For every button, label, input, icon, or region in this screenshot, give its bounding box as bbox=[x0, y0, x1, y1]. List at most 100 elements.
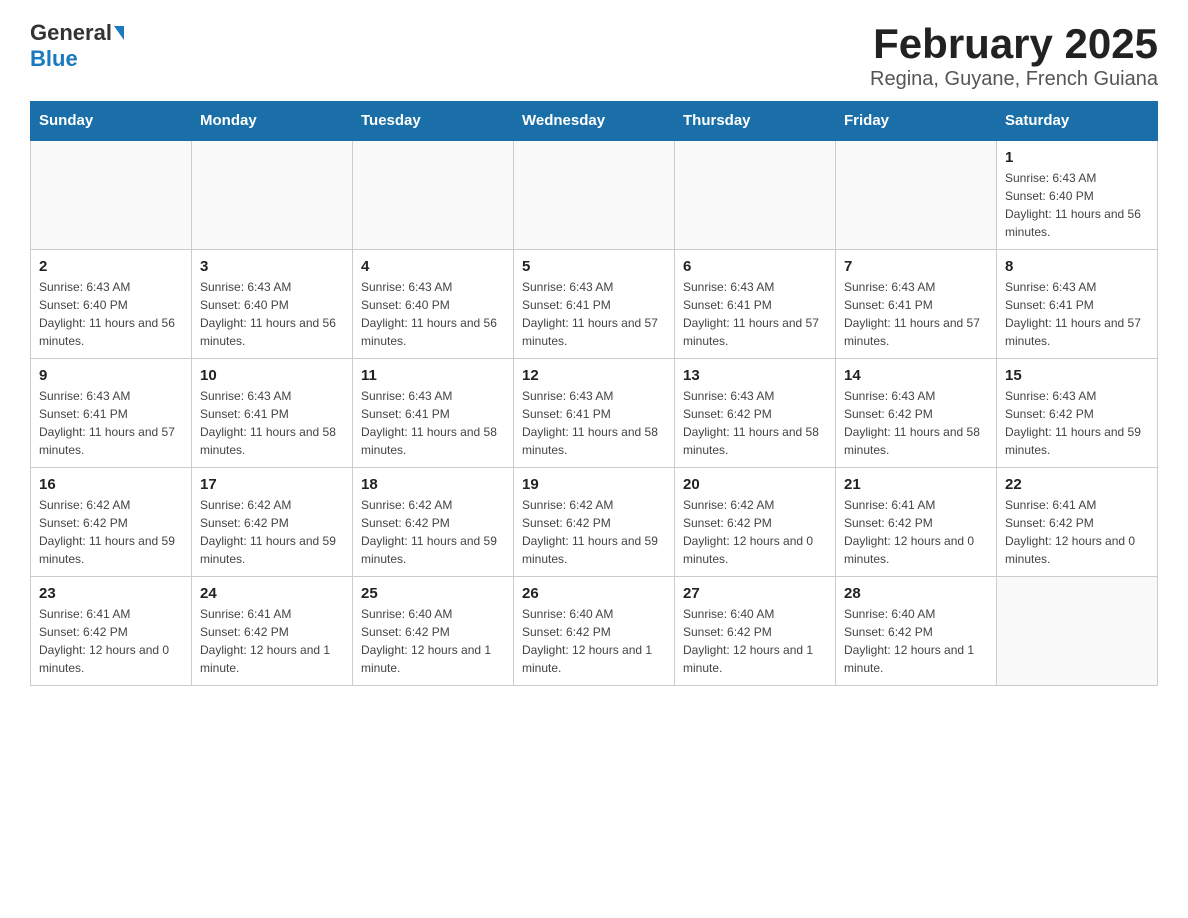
calendar-week-row: 9 Sunrise: 6:43 AMSunset: 6:41 PMDaylight… bbox=[31, 359, 1158, 468]
title-block: February 2025 Regina, Guyane, French Gui… bbox=[870, 20, 1158, 91]
day-number: 17 bbox=[200, 476, 344, 493]
header-sunday: Sunday bbox=[31, 102, 192, 141]
day-number: 7 bbox=[844, 258, 988, 275]
day-info: Sunrise: 6:43 AMSunset: 6:40 PMDaylight:… bbox=[39, 278, 183, 350]
table-row: 7 Sunrise: 6:43 AMSunset: 6:41 PMDaylight… bbox=[836, 250, 997, 359]
table-row: 25 Sunrise: 6:40 AMSunset: 6:42 PMDayligh… bbox=[353, 577, 514, 686]
day-number: 23 bbox=[39, 585, 183, 602]
table-row: 10 Sunrise: 6:43 AMSunset: 6:41 PMDayligh… bbox=[192, 359, 353, 468]
day-info: Sunrise: 6:43 AMSunset: 6:42 PMDaylight:… bbox=[1005, 387, 1149, 459]
table-row: 2 Sunrise: 6:43 AMSunset: 6:40 PMDaylight… bbox=[31, 250, 192, 359]
day-info: Sunrise: 6:41 AMSunset: 6:42 PMDaylight:… bbox=[200, 605, 344, 677]
day-info: Sunrise: 6:41 AMSunset: 6:42 PMDaylight:… bbox=[844, 496, 988, 568]
header-wednesday: Wednesday bbox=[514, 102, 675, 141]
logo-general-text: General bbox=[30, 20, 112, 46]
header-saturday: Saturday bbox=[997, 102, 1158, 141]
table-row bbox=[31, 140, 192, 250]
table-row: 13 Sunrise: 6:43 AMSunset: 6:42 PMDayligh… bbox=[675, 359, 836, 468]
day-info: Sunrise: 6:41 AMSunset: 6:42 PMDaylight:… bbox=[39, 605, 183, 677]
table-row: 12 Sunrise: 6:43 AMSunset: 6:41 PMDayligh… bbox=[514, 359, 675, 468]
day-number: 11 bbox=[361, 367, 505, 384]
day-number: 24 bbox=[200, 585, 344, 602]
calendar-week-row: 2 Sunrise: 6:43 AMSunset: 6:40 PMDaylight… bbox=[31, 250, 1158, 359]
table-row: 24 Sunrise: 6:41 AMSunset: 6:42 PMDayligh… bbox=[192, 577, 353, 686]
calendar-week-row: 23 Sunrise: 6:41 AMSunset: 6:42 PMDayligh… bbox=[31, 577, 1158, 686]
table-row bbox=[353, 140, 514, 250]
day-info: Sunrise: 6:42 AMSunset: 6:42 PMDaylight:… bbox=[39, 496, 183, 568]
table-row: 3 Sunrise: 6:43 AMSunset: 6:40 PMDaylight… bbox=[192, 250, 353, 359]
day-number: 13 bbox=[683, 367, 827, 384]
day-info: Sunrise: 6:42 AMSunset: 6:42 PMDaylight:… bbox=[361, 496, 505, 568]
table-row: 18Sunrise: 6:42 AMSunset: 6:42 PMDayligh… bbox=[353, 468, 514, 577]
day-number: 22 bbox=[1005, 476, 1149, 493]
day-number: 5 bbox=[522, 258, 666, 275]
day-info: Sunrise: 6:43 AMSunset: 6:40 PMDaylight:… bbox=[361, 278, 505, 350]
day-info: Sunrise: 6:43 AMSunset: 6:41 PMDaylight:… bbox=[200, 387, 344, 459]
table-row: 16 Sunrise: 6:42 AMSunset: 6:42 PMDayligh… bbox=[31, 468, 192, 577]
day-info: Sunrise: 6:42 AMSunset: 6:42 PMDaylight:… bbox=[683, 496, 827, 568]
day-info: Sunrise: 6:42 AMSunset: 6:42 PMDaylight:… bbox=[522, 496, 666, 568]
day-number: 16 bbox=[39, 476, 183, 493]
table-row: 5 Sunrise: 6:43 AMSunset: 6:41 PMDaylight… bbox=[514, 250, 675, 359]
day-info: Sunrise: 6:43 AMSunset: 6:40 PMDaylight:… bbox=[1005, 169, 1149, 241]
table-row: 17 Sunrise: 6:42 AMSunset: 6:42 PMDayligh… bbox=[192, 468, 353, 577]
table-row: 8 Sunrise: 6:43 AMSunset: 6:41 PMDaylight… bbox=[997, 250, 1158, 359]
page-header: General Blue February 2025 Regina, Guyan… bbox=[30, 20, 1158, 91]
header-monday: Monday bbox=[192, 102, 353, 141]
table-row: 28Sunrise: 6:40 AMSunset: 6:42 PMDayligh… bbox=[836, 577, 997, 686]
day-info: Sunrise: 6:43 AMSunset: 6:41 PMDaylight:… bbox=[683, 278, 827, 350]
table-row: 15 Sunrise: 6:43 AMSunset: 6:42 PMDayligh… bbox=[997, 359, 1158, 468]
calendar-week-row: 1Sunrise: 6:43 AMSunset: 6:40 PMDaylight… bbox=[31, 140, 1158, 250]
table-row bbox=[514, 140, 675, 250]
day-number: 19 bbox=[522, 476, 666, 493]
day-number: 28 bbox=[844, 585, 988, 602]
day-info: Sunrise: 6:43 AMSunset: 6:42 PMDaylight:… bbox=[683, 387, 827, 459]
day-info: Sunrise: 6:40 AMSunset: 6:42 PMDaylight:… bbox=[683, 605, 827, 677]
table-row bbox=[192, 140, 353, 250]
table-row: 9 Sunrise: 6:43 AMSunset: 6:41 PMDaylight… bbox=[31, 359, 192, 468]
day-number: 26 bbox=[522, 585, 666, 602]
header-friday: Friday bbox=[836, 102, 997, 141]
table-row: 6Sunrise: 6:43 AMSunset: 6:41 PMDaylight… bbox=[675, 250, 836, 359]
table-row: 19 Sunrise: 6:42 AMSunset: 6:42 PMDayligh… bbox=[514, 468, 675, 577]
table-row bbox=[997, 577, 1158, 686]
day-number: 15 bbox=[1005, 367, 1149, 384]
page-title: February 2025 bbox=[870, 20, 1158, 68]
day-info: Sunrise: 6:43 AMSunset: 6:41 PMDaylight:… bbox=[1005, 278, 1149, 350]
page-subtitle: Regina, Guyane, French Guiana bbox=[870, 68, 1158, 91]
header-tuesday: Tuesday bbox=[353, 102, 514, 141]
day-number: 8 bbox=[1005, 258, 1149, 275]
logo-blue-text: Blue bbox=[30, 46, 78, 72]
day-number: 25 bbox=[361, 585, 505, 602]
header-thursday: Thursday bbox=[675, 102, 836, 141]
table-row bbox=[836, 140, 997, 250]
logo-triangle-icon bbox=[114, 26, 124, 40]
day-info: Sunrise: 6:43 AMSunset: 6:41 PMDaylight:… bbox=[522, 278, 666, 350]
day-number: 3 bbox=[200, 258, 344, 275]
calendar-table: Sunday Monday Tuesday Wednesday Thursday… bbox=[30, 101, 1158, 686]
day-info: Sunrise: 6:40 AMSunset: 6:42 PMDaylight:… bbox=[361, 605, 505, 677]
day-info: Sunrise: 6:43 AMSunset: 6:41 PMDaylight:… bbox=[844, 278, 988, 350]
day-info: Sunrise: 6:43 AMSunset: 6:40 PMDaylight:… bbox=[200, 278, 344, 350]
day-info: Sunrise: 6:43 AMSunset: 6:42 PMDaylight:… bbox=[844, 387, 988, 459]
table-row: 21Sunrise: 6:41 AMSunset: 6:42 PMDayligh… bbox=[836, 468, 997, 577]
day-number: 10 bbox=[200, 367, 344, 384]
table-row: 20Sunrise: 6:42 AMSunset: 6:42 PMDayligh… bbox=[675, 468, 836, 577]
day-number: 4 bbox=[361, 258, 505, 275]
table-row: 26Sunrise: 6:40 AMSunset: 6:42 PMDayligh… bbox=[514, 577, 675, 686]
table-row: 23 Sunrise: 6:41 AMSunset: 6:42 PMDayligh… bbox=[31, 577, 192, 686]
day-info: Sunrise: 6:43 AMSunset: 6:41 PMDaylight:… bbox=[361, 387, 505, 459]
day-info: Sunrise: 6:43 AMSunset: 6:41 PMDaylight:… bbox=[522, 387, 666, 459]
day-number: 9 bbox=[39, 367, 183, 384]
table-row: 27 Sunrise: 6:40 AMSunset: 6:42 PMDayligh… bbox=[675, 577, 836, 686]
calendar-week-row: 16 Sunrise: 6:42 AMSunset: 6:42 PMDayligh… bbox=[31, 468, 1158, 577]
day-info: Sunrise: 6:41 AMSunset: 6:42 PMDaylight:… bbox=[1005, 496, 1149, 568]
day-info: Sunrise: 6:42 AMSunset: 6:42 PMDaylight:… bbox=[200, 496, 344, 568]
day-number: 27 bbox=[683, 585, 827, 602]
day-number: 12 bbox=[522, 367, 666, 384]
logo: General Blue bbox=[30, 20, 124, 72]
day-number: 2 bbox=[39, 258, 183, 275]
table-row: 1Sunrise: 6:43 AMSunset: 6:40 PMDaylight… bbox=[997, 140, 1158, 250]
day-info: Sunrise: 6:43 AMSunset: 6:41 PMDaylight:… bbox=[39, 387, 183, 459]
table-row: 22 Sunrise: 6:41 AMSunset: 6:42 PMDayligh… bbox=[997, 468, 1158, 577]
